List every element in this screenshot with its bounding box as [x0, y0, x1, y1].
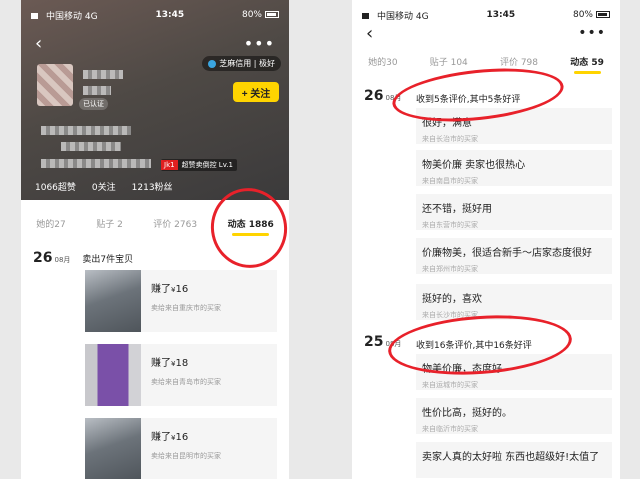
right-phone-screenshot: 中国移动 4G 13:45 80% ‹ ••• 她的30 贴子 104 评价 7…: [352, 0, 620, 479]
blurred-username: [83, 70, 123, 79]
blurred-text: [61, 142, 121, 151]
tab-posts[interactable]: 贴子 104: [430, 51, 468, 72]
review-card[interactable]: 性价比高，挺好的。 来自临沂市的买家: [416, 398, 612, 434]
tab-activity[interactable]: 动态 59: [570, 51, 604, 74]
tab-activity[interactable]: 动态 1886: [228, 213, 274, 236]
review-card[interactable]: 还不错，挺好用 来自东营市的买家: [416, 194, 612, 230]
stat-following[interactable]: 0关注: [92, 180, 116, 193]
nav-bar: ‹ •••: [21, 30, 289, 56]
tab-items[interactable]: 她的27: [36, 213, 65, 234]
battery-icon: [264, 11, 279, 18]
back-chevron-icon[interactable]: ‹: [35, 33, 42, 54]
review-card[interactable]: 物美价廉 卖家也很热心 来自南昌市的买家: [416, 150, 612, 186]
profile-tabs: 她的30 贴子 104 评价 798 动态 59: [352, 48, 620, 74]
blurred-text: [41, 159, 151, 168]
review-card[interactable]: 物美价廉，态度好 来自运城市的买家: [416, 354, 612, 390]
review-summary: 收到16条评价,其中16条好评: [416, 341, 532, 351]
product-thumbnail: [85, 344, 141, 406]
status-time: 13:45: [155, 10, 185, 20]
sold-item-card[interactable]: 赚了¥16 卖给来自重庆市的买家: [85, 270, 277, 332]
review-card[interactable]: 很好，满意 来自长治市的买家: [416, 108, 612, 144]
feed-date: 26 08月 卖出7件宝贝: [33, 250, 134, 266]
seller-level-badge: Jk1 超赞卖倒控 Lv.1: [161, 159, 237, 171]
signal-icon: [31, 13, 43, 19]
sold-item-card[interactable]: 赚了¥18 卖给来自青岛市的买家: [85, 344, 277, 406]
tab-items[interactable]: 她的30: [368, 51, 397, 72]
avatar: [37, 64, 73, 106]
stat-fans[interactable]: 1213粉丝: [132, 180, 173, 193]
stat-likes[interactable]: 1066超赞: [35, 180, 76, 193]
profile-stats: 1066超赞 0关注 1213粉丝: [35, 180, 173, 193]
battery-icon: [595, 11, 610, 18]
tab-reviews[interactable]: 评价 2763: [153, 213, 197, 234]
review-card[interactable]: 价廉物美，很适合新手～店家态度很好 来自郑州市的买家: [416, 238, 612, 274]
product-thumbnail: [85, 418, 141, 479]
review-card[interactable]: 挺好的，喜欢 来自长沙市的买家: [416, 284, 612, 320]
review-summary: 收到5条评价,其中5条好评: [416, 95, 521, 105]
blurred-text: [83, 86, 111, 95]
verified-badge: 已认证: [79, 98, 108, 110]
left-phone-screenshot: 中国移动 4G 13:45 80% ‹ ••• 芝麻信用 | 极好 + 关注 已…: [21, 0, 289, 479]
credit-badge: 芝麻信用 | 极好: [202, 56, 281, 71]
product-thumbnail: [85, 270, 141, 332]
credit-icon: [208, 59, 217, 68]
status-time: 13:45: [486, 10, 516, 20]
more-options-icon[interactable]: •••: [244, 34, 275, 53]
feed-date: 26 08月: [364, 88, 402, 104]
signal-icon: [362, 13, 374, 19]
blurred-text: [41, 126, 131, 135]
tab-reviews[interactable]: 评价 798: [500, 51, 538, 72]
profile-tabs: 她的27 贴子 2 评价 2763 动态 1886: [21, 210, 289, 236]
follow-button[interactable]: + 关注: [233, 82, 279, 102]
review-card[interactable]: 卖家人真的太好啦 东西也超级好!太值了: [416, 442, 612, 478]
feed-title: 卖出7件宝贝: [82, 255, 134, 265]
tab-posts[interactable]: 贴子 2: [96, 213, 123, 234]
status-bar: 中国移动 4G 13:45 80%: [352, 0, 620, 30]
sold-item-card[interactable]: 赚了¥16 卖给来自昆明市的买家: [85, 418, 277, 479]
feed-date: 25 08月: [364, 334, 402, 350]
status-bar: 中国移动 4G 13:45 80%: [21, 0, 289, 30]
